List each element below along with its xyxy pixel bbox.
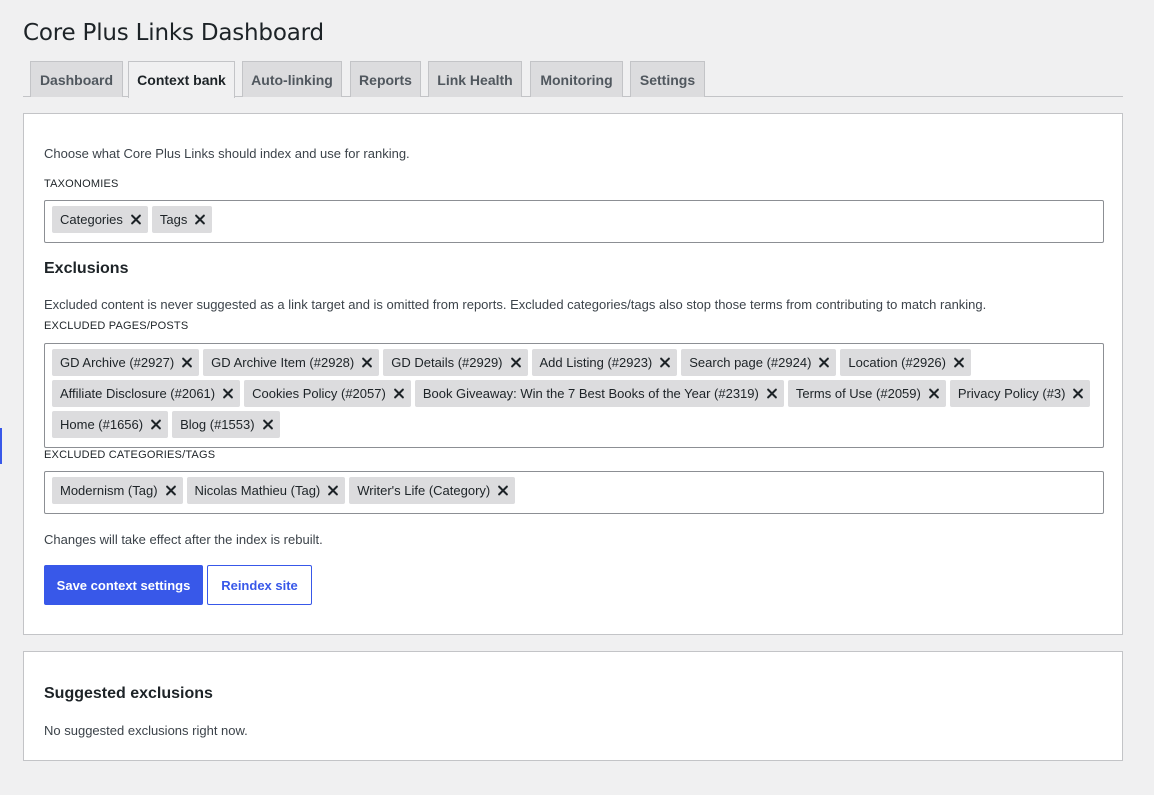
reindex-site-button[interactable]: Reindex site (207, 565, 312, 605)
excluded-page-chip: GD Archive (#2927) (52, 349, 200, 376)
close-icon[interactable] (130, 214, 141, 225)
close-icon[interactable] (953, 357, 964, 368)
taxonomy-chip: Categories (52, 206, 148, 233)
excluded-term-chip: Writer's Life (Category) (349, 477, 516, 504)
tab-link-health[interactable]: Link Health (428, 61, 522, 97)
tab-auto-linking[interactable]: Auto-linking (242, 61, 342, 97)
taxonomies-label: TAXONOMIES (44, 178, 119, 190)
close-icon[interactable] (194, 214, 205, 225)
tab-settings[interactable]: Settings (630, 61, 705, 97)
excluded-page-chip: Terms of Use (#2059) (787, 380, 946, 407)
excluded-page-chip: Blog (#1553) (172, 411, 280, 438)
suggested-exclusions-heading: Suggested exclusions (44, 685, 213, 702)
excluded-terms-label: EXCLUDED CATEGORIES/TAGS (44, 449, 216, 461)
close-icon[interactable] (497, 485, 508, 496)
tab-reports[interactable]: Reports (350, 61, 421, 97)
taxonomies-select[interactable]: Categories Tags (44, 200, 1104, 243)
excluded-term-chip: Nicolas Mathieu (Tag) (186, 477, 346, 504)
excluded-terms-select[interactable]: Modernism (Tag) Nicolas Mathieu (Tag) Wr… (44, 471, 1104, 514)
tab-bar: Dashboard Context bank Auto-linking Repo… (23, 61, 1123, 98)
edge-marker (0, 428, 2, 464)
close-icon[interactable] (327, 485, 338, 496)
excluded-page-chip: Affiliate Disclosure (#2061) (52, 380, 241, 407)
close-icon[interactable] (165, 485, 176, 496)
excluded-term-chip: Modernism (Tag) (52, 477, 183, 504)
excluded-page-chip: Privacy Policy (#3) (949, 380, 1091, 407)
close-icon[interactable] (393, 388, 404, 399)
exclusions-description: Excluded content is never suggested as a… (44, 297, 987, 312)
close-icon[interactable] (222, 388, 233, 399)
close-icon[interactable] (361, 357, 372, 368)
suggested-exclusions-panel: Suggested exclusions No suggested exclus… (23, 651, 1123, 761)
close-icon[interactable] (766, 388, 777, 399)
excluded-pages-label: EXCLUDED PAGES/POSTS (44, 320, 189, 332)
close-icon[interactable] (1072, 388, 1083, 399)
taxonomy-chip: Tags (151, 206, 213, 233)
excluded-page-chip: Add Listing (#2923) (531, 349, 678, 376)
close-icon[interactable] (262, 419, 273, 430)
rebuild-note: Changes will take effect after the index… (44, 532, 323, 547)
excluded-page-chip: Book Giveaway: Win the 7 Best Books of t… (414, 380, 784, 407)
excluded-page-chip: Location (#2926) (840, 349, 971, 376)
close-icon[interactable] (818, 357, 829, 368)
suggested-exclusions-empty: No suggested exclusions right now. (44, 723, 248, 738)
excluded-page-chip: Home (#1656) (52, 411, 169, 438)
close-icon[interactable] (928, 388, 939, 399)
excluded-page-chip: Cookies Policy (#2057) (244, 380, 411, 407)
excluded-page-chip: Search page (#2924) (681, 349, 837, 376)
exclusions-heading: Exclusions (44, 260, 129, 277)
excluded-page-chip: GD Archive Item (#2928) (203, 349, 380, 376)
excluded-pages-select[interactable]: GD Archive (#2927) GD Archive Item (#292… (44, 343, 1104, 448)
close-icon[interactable] (510, 357, 521, 368)
context-settings-panel: Choose what Core Plus Links should index… (23, 113, 1123, 635)
tab-monitoring[interactable]: Monitoring (530, 61, 623, 97)
page-title: Core Plus Links Dashboard (23, 20, 324, 46)
save-context-settings-button[interactable]: Save context settings (44, 565, 203, 605)
tab-dashboard[interactable]: Dashboard (30, 61, 123, 97)
close-icon[interactable] (181, 357, 192, 368)
excluded-page-chip: GD Details (#2929) (383, 349, 528, 376)
tab-context-bank[interactable]: Context bank (128, 61, 235, 98)
intro-text: Choose what Core Plus Links should index… (44, 146, 410, 161)
close-icon[interactable] (659, 357, 670, 368)
close-icon[interactable] (150, 419, 161, 430)
